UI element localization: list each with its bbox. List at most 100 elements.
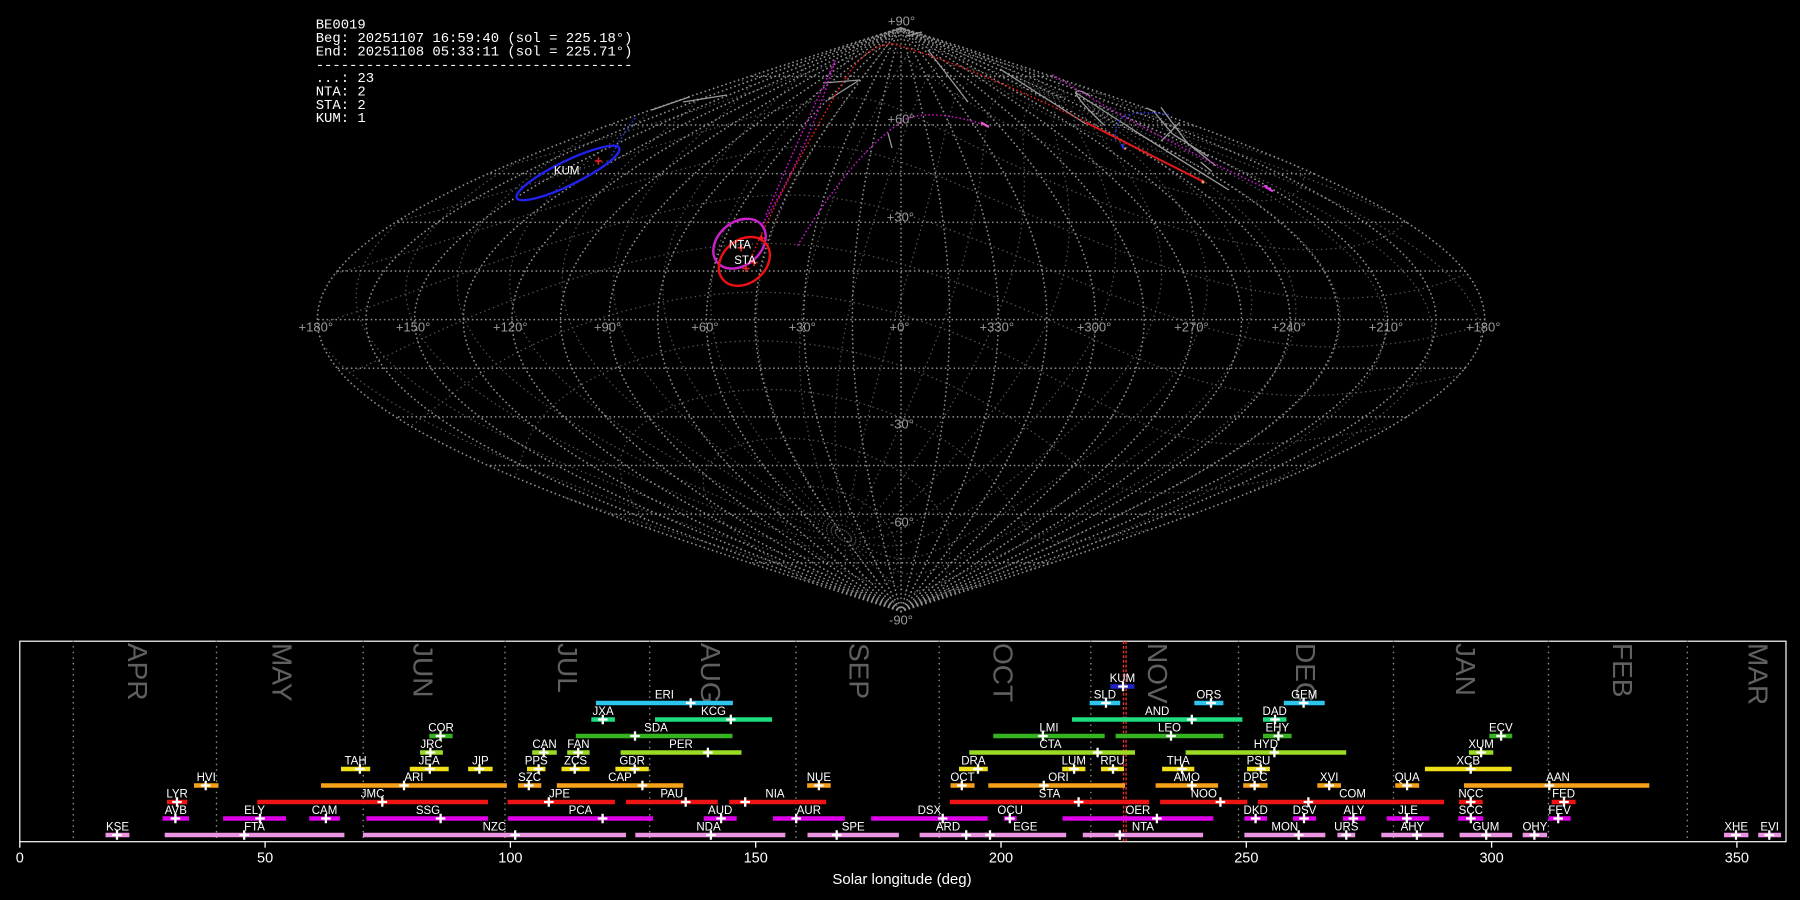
svg-text:DKD: DKD: [1244, 805, 1268, 817]
svg-text:+90°: +90°: [594, 319, 621, 334]
svg-text:DSV: DSV: [1293, 805, 1317, 817]
svg-text:AAN: AAN: [1546, 772, 1570, 784]
svg-text:AUD: AUD: [708, 805, 732, 817]
svg-text:MON: MON: [1271, 821, 1298, 833]
svg-text:+270°: +270°: [1174, 319, 1208, 334]
svg-text:+210°: +210°: [1369, 319, 1403, 334]
svg-text:SSG: SSG: [416, 805, 440, 817]
svg-text:GEM: GEM: [1291, 689, 1317, 701]
svg-text:-60°: -60°: [890, 515, 914, 530]
svg-text:DAD: DAD: [1263, 706, 1287, 718]
svg-text:DSX: DSX: [918, 805, 942, 817]
svg-text:ECV: ECV: [1489, 722, 1513, 734]
svg-text:150: 150: [744, 851, 768, 867]
svg-text:LMI: LMI: [1039, 722, 1058, 734]
svg-text:XVI: XVI: [1320, 772, 1339, 784]
svg-text:NDA: NDA: [696, 821, 721, 833]
svg-text:+180°: +180°: [1466, 319, 1500, 334]
svg-text:PCA: PCA: [569, 805, 593, 817]
svg-text:+90°: +90°: [888, 14, 915, 29]
svg-text:ELY: ELY: [244, 805, 265, 817]
svg-text:PSU: PSU: [1247, 755, 1271, 767]
svg-text:FTA: FTA: [244, 821, 265, 833]
svg-text:350: 350: [1725, 851, 1749, 867]
svg-text:KUM: KUM: [554, 166, 580, 178]
svg-text:XHE: XHE: [1724, 821, 1748, 833]
svg-text:RPU: RPU: [1100, 755, 1124, 767]
svg-text:EGE: EGE: [1013, 821, 1038, 833]
svg-text:JRC: JRC: [420, 739, 442, 751]
svg-text:GUM: GUM: [1472, 821, 1499, 833]
svg-text:AUG: AUG: [695, 643, 726, 704]
svg-text:SEP: SEP: [844, 643, 875, 699]
svg-text:KUM: KUM: [1110, 673, 1136, 685]
svg-text:50: 50: [257, 851, 273, 867]
svg-text:NOV: NOV: [1142, 643, 1173, 704]
svg-text:NOO: NOO: [1191, 788, 1217, 800]
svg-text:KSE: KSE: [106, 821, 129, 833]
svg-text:OER: OER: [1125, 805, 1150, 817]
svg-text:+180°: +180°: [299, 319, 333, 334]
svg-text:ORI: ORI: [1048, 772, 1068, 784]
svg-text:HVI: HVI: [197, 772, 216, 784]
svg-text:THA: THA: [1167, 755, 1190, 767]
svg-text:200: 200: [989, 851, 1013, 867]
svg-text:+60°: +60°: [887, 112, 914, 127]
svg-text:DRA: DRA: [961, 755, 986, 767]
svg-text:Solar longitude (deg): Solar longitude (deg): [832, 871, 971, 888]
svg-text:LEO: LEO: [1158, 722, 1181, 734]
svg-text:NIA: NIA: [765, 788, 785, 800]
svg-text:CAM: CAM: [312, 805, 338, 817]
svg-text:PER: PER: [669, 739, 693, 751]
svg-text:JUN: JUN: [407, 643, 438, 697]
svg-text:KUM: 1: KUM: 1: [316, 111, 366, 127]
svg-text:SCC: SCC: [1459, 805, 1483, 817]
svg-text:COM: COM: [1339, 788, 1366, 800]
svg-text:+120°: +120°: [493, 319, 527, 334]
svg-text:+30°: +30°: [789, 319, 816, 334]
svg-text:GDR: GDR: [619, 755, 645, 767]
svg-text:ZCS: ZCS: [564, 755, 587, 767]
svg-text:FAN: FAN: [567, 739, 589, 751]
svg-text:AHY: AHY: [1401, 821, 1425, 833]
svg-text:XUM: XUM: [1468, 739, 1494, 751]
svg-text:NTA: NTA: [729, 240, 751, 252]
svg-text:SDA: SDA: [644, 722, 668, 734]
svg-text:AUR: AUR: [797, 805, 821, 817]
svg-text:HYD: HYD: [1254, 739, 1278, 751]
svg-text:LUM: LUM: [1062, 755, 1086, 767]
svg-text:XCB: XCB: [1456, 755, 1480, 767]
svg-text:+330°: +330°: [980, 319, 1014, 334]
svg-text:+60°: +60°: [691, 319, 718, 334]
svg-text:+150°: +150°: [396, 319, 430, 334]
svg-text:COR: COR: [428, 722, 454, 734]
svg-text:FED: FED: [1552, 788, 1575, 800]
svg-text:OCT: OCT: [988, 643, 1019, 702]
svg-text:JIP: JIP: [472, 755, 489, 767]
svg-text:QUA: QUA: [1395, 772, 1420, 784]
svg-text:CTA: CTA: [1039, 739, 1061, 751]
svg-text:CAP: CAP: [608, 772, 632, 784]
svg-text:OCT: OCT: [950, 772, 974, 784]
svg-text:JXA: JXA: [593, 706, 614, 718]
svg-text:ARD: ARD: [936, 821, 960, 833]
svg-text:AMO: AMO: [1174, 772, 1200, 784]
svg-text:0: 0: [16, 851, 24, 867]
svg-text:OCU: OCU: [997, 805, 1023, 817]
svg-text:JPE: JPE: [549, 788, 570, 800]
svg-text:ERI: ERI: [655, 689, 674, 701]
svg-text:DPC: DPC: [1243, 772, 1267, 784]
svg-text:FEB: FEB: [1607, 643, 1638, 697]
svg-text:300: 300: [1479, 851, 1503, 867]
svg-text:OHY: OHY: [1522, 821, 1547, 833]
svg-text:FEV: FEV: [1548, 805, 1571, 817]
svg-text:EVI: EVI: [1760, 821, 1779, 833]
svg-text:SPE: SPE: [842, 821, 865, 833]
svg-text:ARI: ARI: [404, 772, 423, 784]
svg-text:+0°: +0°: [889, 319, 909, 334]
svg-text:STA: STA: [734, 255, 756, 267]
svg-text:APR: APR: [122, 643, 153, 701]
svg-text:MAY: MAY: [267, 643, 298, 702]
svg-text:STA: STA: [1039, 788, 1061, 800]
svg-text:-30°: -30°: [890, 417, 914, 432]
